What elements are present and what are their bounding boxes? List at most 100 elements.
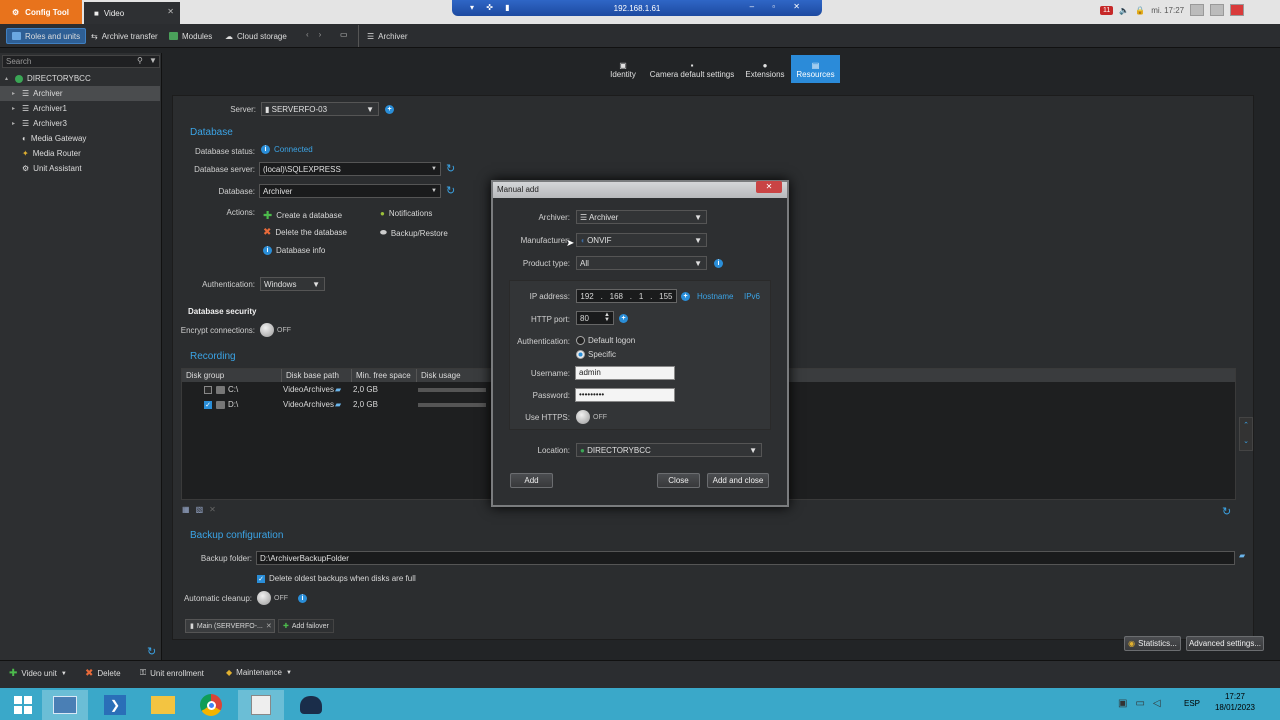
tab-identity[interactable]: ▣ Identity xyxy=(603,55,643,83)
tree-item-archiver3[interactable]: ▸ ☰ Archiver3 xyxy=(0,116,160,131)
network-icon[interactable]: ▣ xyxy=(1118,698,1127,709)
nav-arrows[interactable]: ‹› xyxy=(306,30,331,39)
ip-octet[interactable]: 168 xyxy=(610,292,623,301)
table-row[interactable]: ✓ D:\ VideoArchives ▰ 2,0 GB xyxy=(182,398,492,411)
column-disk-usage[interactable]: Disk usage xyxy=(417,369,487,382)
search-icon[interactable]: ⚲ xyxy=(137,56,143,65)
refresh-icon[interactable]: ↻ xyxy=(1222,505,1231,518)
roles-and-units-button[interactable]: Roles and units xyxy=(6,28,87,44)
ip-octet[interactable]: 192 xyxy=(580,292,593,301)
table-row[interactable]: C:\ VideoArchives ▰ 2,0 GB xyxy=(182,383,492,396)
display-icon[interactable]: ▭ xyxy=(1135,698,1144,709)
add-port-icon[interactable]: + xyxy=(619,314,628,323)
use-https-toggle[interactable]: OFF xyxy=(576,410,607,424)
remove-disk-icon[interactable]: ✕ xyxy=(209,505,216,514)
close-window-button[interactable] xyxy=(1230,4,1245,16)
column-disk-base-path[interactable]: Disk base path xyxy=(282,369,352,382)
screen-icon[interactable]: ▭ xyxy=(340,30,348,39)
tree-item-archiver1[interactable]: ▸ ☰ Archiver1 xyxy=(0,101,160,116)
tree-item-media-gateway[interactable]: ◐ Media Gateway xyxy=(0,131,160,146)
radio-button[interactable] xyxy=(576,350,585,359)
folder-icon[interactable]: ▰ xyxy=(335,400,353,409)
add-and-close-button[interactable]: Add and close xyxy=(707,473,769,488)
expand-icon[interactable]: ▸ xyxy=(12,120,18,127)
row-checkbox[interactable] xyxy=(204,385,212,394)
tree-root[interactable]: ▴ DIRECTORYBCC xyxy=(0,71,160,86)
advanced-settings-button[interactable]: Advanced settings... xyxy=(1186,636,1264,651)
encrypt-toggle[interactable]: OFF xyxy=(260,323,291,337)
refresh-icon[interactable]: ↻ xyxy=(147,645,156,658)
refresh-icon[interactable]: ↻ xyxy=(446,184,455,197)
statistics-button[interactable]: ◉ Statistics... xyxy=(1124,636,1181,651)
radio-button[interactable] xyxy=(576,336,585,345)
taskbar-app-security-desk[interactable] xyxy=(288,690,334,720)
product-type-dropdown[interactable]: All ▼ xyxy=(576,256,707,270)
refresh-icon[interactable]: ↻ xyxy=(446,162,455,175)
stepper-arrows-icon[interactable]: ▲ ▼ xyxy=(604,312,610,323)
folder-icon[interactable]: ▰ xyxy=(1239,551,1245,560)
archive-transfer-button[interactable]: ⇆ Archive transfer xyxy=(86,28,163,44)
taskbar-app-chrome[interactable] xyxy=(188,690,234,720)
tree-item-unit-assistant[interactable]: ⚙ Unit Assistant xyxy=(0,161,160,176)
minimize-button[interactable] xyxy=(1190,4,1205,16)
backup-restore-link[interactable]: ⬬ Backup/Restore xyxy=(380,228,448,238)
specific-radio[interactable]: Specific xyxy=(576,350,616,359)
add-button[interactable]: Add xyxy=(510,473,553,488)
modules-button[interactable]: Modules xyxy=(164,28,217,44)
tree-item-archiver[interactable]: ▸ ☰ Archiver xyxy=(0,86,160,101)
close-tab-icon[interactable]: ✕ xyxy=(266,622,272,630)
database-info-link[interactable]: i Database info xyxy=(263,246,325,255)
video-unit-button[interactable]: ✚ Video unit ▼ xyxy=(9,668,67,679)
expand-icon[interactable]: ▸ xyxy=(12,105,18,112)
ip-octet[interactable]: 1 xyxy=(639,292,643,301)
edit-disk-icon[interactable]: ▧ xyxy=(196,505,204,514)
maximize-button[interactable] xyxy=(1210,4,1225,16)
db-server-combo[interactable]: (local)\SQLEXPRESS ▼ xyxy=(259,162,441,176)
add-server-icon[interactable]: + xyxy=(385,105,394,114)
maintenance-button[interactable]: ◆ Maintenance ▼ xyxy=(226,668,292,677)
add-failover-tab[interactable]: ✚ Add failover xyxy=(278,619,334,633)
ip-octet[interactable]: 155 xyxy=(659,292,672,301)
dialog-close-button[interactable]: ✕ xyxy=(756,181,782,193)
close-tab-icon[interactable]: ✕ xyxy=(167,7,174,16)
database-combo[interactable]: Archiver ▼ xyxy=(259,184,441,198)
default-logon-radio[interactable]: Default logon xyxy=(576,336,635,345)
manufacturer-dropdown[interactable]: ◖ ONVIF ▼ xyxy=(576,233,707,247)
archiver-dropdown[interactable]: ☰ Archiver ▼ xyxy=(576,210,707,224)
close-button[interactable]: Close xyxy=(657,473,700,488)
backup-folder-field[interactable]: D:\ArchiverBackupFolder xyxy=(256,551,1235,565)
tab-config-tool[interactable]: ⚙ Config Tool xyxy=(0,0,82,24)
windows-start-button[interactable] xyxy=(0,690,46,720)
expand-icon[interactable]: ▸ xyxy=(12,90,18,97)
http-port-stepper[interactable]: 80 ▲ ▼ xyxy=(576,311,614,325)
taskbar-app-file-explorer[interactable] xyxy=(140,690,186,720)
tree-item-media-router[interactable]: ✦ Media Router xyxy=(0,146,160,161)
info-icon[interactable]: i xyxy=(714,259,723,268)
auto-cleanup-toggle[interactable]: OFF xyxy=(257,591,288,605)
ipv6-link[interactable]: IPv6 xyxy=(744,292,760,301)
taskbar-app-powershell[interactable]: ❯ xyxy=(92,690,138,720)
remote-window-controls[interactable]: – ▫ ✕ xyxy=(750,2,808,11)
notifications-link[interactable]: ● Notifications xyxy=(380,209,432,218)
unit-enrollment-button[interactable]: ⚿ Unit enrollment xyxy=(140,668,204,678)
row-checkbox[interactable]: ✓ xyxy=(204,400,212,409)
taskbar-clock[interactable]: 17:27 18/01/2023 xyxy=(1200,691,1270,713)
add-disk-icon[interactable]: ▦ xyxy=(182,505,190,514)
authentication-dropdown[interactable]: Windows ▼ xyxy=(260,277,325,291)
ip-address-input[interactable]: 192. 168. 1. 155 xyxy=(576,289,677,303)
filter-icon[interactable]: ▼ xyxy=(149,56,157,65)
alarm-badge[interactable]: 11 xyxy=(1100,5,1114,15)
delete-database-link[interactable]: ✖ Delete the database xyxy=(263,227,347,238)
tab-camera-default-settings[interactable]: ▪ Camera default settings xyxy=(647,55,737,83)
folder-icon[interactable]: ▰ xyxy=(335,385,353,394)
scroll-arrows[interactable]: ⌃ ⌄ xyxy=(1239,417,1253,451)
tab-extensions[interactable]: ● Extensions xyxy=(742,55,788,83)
remote-controls-left[interactable]: ▾ ✜ ▮ xyxy=(470,3,515,12)
volume-icon[interactable]: ◁ xyxy=(1153,698,1161,709)
info-icon[interactable]: i xyxy=(298,594,307,603)
column-disk-group[interactable]: Disk group xyxy=(182,369,282,382)
password-field[interactable]: ••••••••• xyxy=(575,388,675,402)
server-dropdown[interactable]: ▮ SERVERFO-03 ▼ xyxy=(261,102,379,116)
add-ip-icon[interactable]: + xyxy=(681,292,690,301)
create-database-link[interactable]: ✚ Create a database xyxy=(263,209,342,222)
